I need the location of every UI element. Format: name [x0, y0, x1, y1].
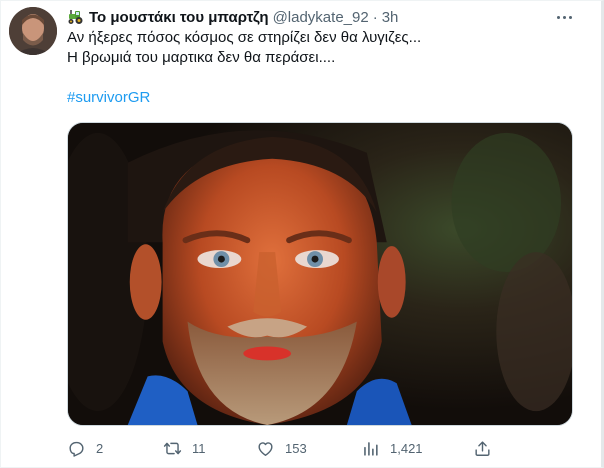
tweet-media-image[interactable]	[67, 122, 573, 426]
tweet-text: Αν ήξερες πόσος κόσμος σε στηρίζει δεν θ…	[67, 28, 567, 108]
share-icon	[475, 440, 490, 456]
views-count: 1,421	[390, 440, 423, 456]
retweet-button[interactable]: 11	[163, 437, 206, 459]
display-name[interactable]: Το μουστάκι του μπαρτζη	[89, 9, 269, 26]
tweet-text-line: Αν ήξερες πόσος κόσμος σε στηρίζει δεν θ…	[67, 29, 422, 46]
retweet-icon	[163, 442, 182, 454]
more-icon[interactable]	[553, 9, 575, 25]
avatar[interactable]	[9, 7, 57, 55]
tweet-actions: 2 11 153 1,421	[67, 437, 527, 459]
reply-button[interactable]: 2	[67, 437, 103, 459]
like-button[interactable]: 153	[256, 437, 307, 459]
avatar-image	[9, 7, 57, 55]
reply-icon	[69, 441, 84, 457]
retweet-count: 11	[192, 440, 206, 456]
separator-dot: ·	[372, 8, 378, 26]
tweet-text-line: Η βρωμιά του μαρτικα δεν θα περάσει....	[67, 49, 336, 66]
tweet-card[interactable]: Το μουστάκι του μπαρτζη @ladykate_92 · 3…	[0, 0, 604, 468]
user-handle[interactable]: @ladykate_92	[273, 9, 369, 26]
views-icon	[364, 441, 378, 456]
tractor-icon	[67, 9, 85, 25]
tweet-timestamp[interactable]: 3h	[382, 9, 399, 26]
media-photo	[68, 123, 572, 425]
tweet-header: Το μουστάκι του μπαρτζη @ladykate_92 · 3…	[67, 7, 398, 27]
share-button[interactable]	[473, 437, 492, 459]
hashtag-link[interactable]: #survivorGR	[67, 88, 150, 108]
like-count: 153	[285, 440, 307, 456]
reply-count: 2	[96, 440, 104, 456]
views-button[interactable]: 1,421	[361, 437, 423, 459]
like-icon	[258, 441, 273, 456]
